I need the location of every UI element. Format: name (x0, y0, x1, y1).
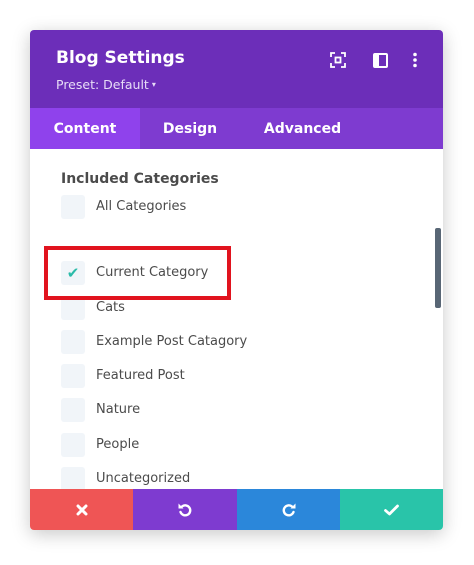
settings-content: Included Categories All Categories ✔ Cur… (30, 149, 443, 491)
checkbox[interactable] (61, 195, 85, 219)
category-item-example-post-catagory[interactable]: Example Post Catagory (61, 330, 401, 356)
category-item-featured-post[interactable]: Featured Post (61, 364, 401, 390)
tab-bar: Content Design Advanced (30, 108, 443, 149)
checkbox[interactable] (61, 330, 85, 354)
category-item-people[interactable]: People (61, 433, 401, 459)
category-label: Nature (96, 402, 141, 417)
checkbox[interactable] (61, 364, 85, 388)
focus-target-icon[interactable] (328, 50, 348, 70)
category-label: Featured Post (96, 368, 185, 383)
section-label: Included Categories (61, 171, 219, 187)
scrollbar-thumb[interactable] (435, 228, 441, 308)
more-vertical-icon[interactable] (405, 50, 425, 70)
undo-button[interactable] (133, 489, 237, 530)
save-button[interactable] (340, 489, 443, 530)
modal-header: Blog Settings Preset: Default ▾ (30, 30, 443, 108)
highlight-annotation (44, 246, 231, 300)
action-bar (30, 489, 443, 530)
category-label: Cats (96, 300, 125, 315)
blog-settings-modal: Blog Settings Preset: Default ▾ Content … (30, 30, 443, 530)
checkbox[interactable] (61, 433, 85, 457)
preset-selector[interactable]: Preset: Default ▾ (56, 77, 156, 92)
split-view-icon[interactable] (370, 50, 390, 70)
category-item-nature[interactable]: Nature (61, 398, 401, 424)
caret-down-icon: ▾ (151, 80, 156, 89)
category-label: All Categories (96, 199, 187, 214)
close-icon (76, 504, 87, 515)
checkmark-icon (384, 504, 399, 515)
tab-advanced[interactable]: Advanced (240, 108, 365, 149)
category-label: People (96, 437, 140, 452)
modal-title: Blog Settings (56, 48, 185, 68)
category-label: Uncategorized (96, 471, 191, 486)
tab-design[interactable]: Design (140, 108, 240, 149)
preset-label: Preset: Default (56, 77, 149, 92)
content-top-fade: Included Categories (30, 149, 443, 187)
checkbox[interactable] (61, 398, 85, 422)
undo-icon (178, 503, 192, 516)
category-item-all-categories[interactable]: All Categories (61, 195, 401, 221)
discard-button[interactable] (30, 489, 133, 530)
redo-button[interactable] (237, 489, 340, 530)
checkbox[interactable] (61, 467, 85, 491)
tab-content[interactable]: Content (30, 108, 140, 149)
category-label: Example Post Catagory (96, 334, 248, 349)
redo-icon (282, 503, 295, 516)
